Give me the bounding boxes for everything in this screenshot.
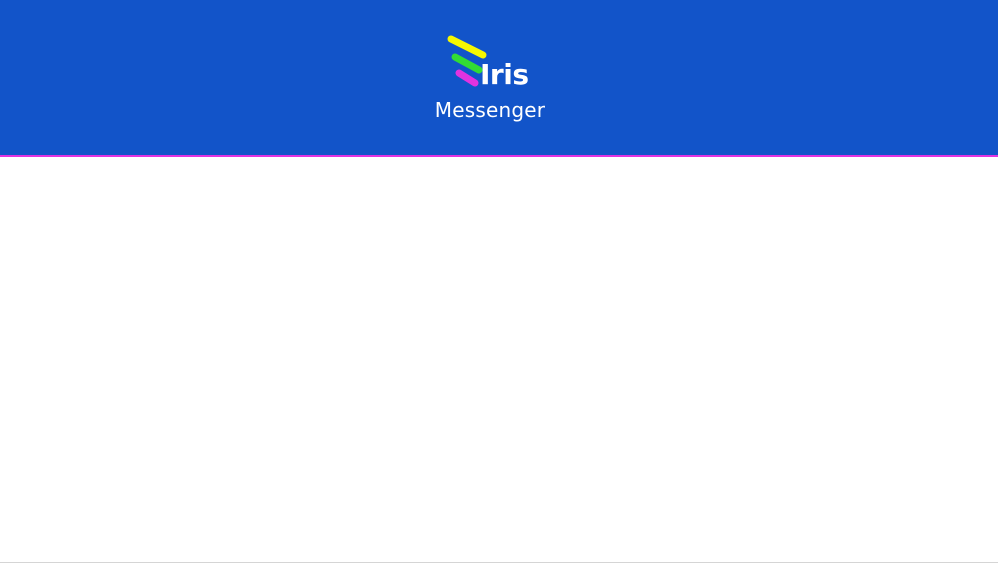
main-content-area bbox=[0, 157, 998, 562]
iris-messenger-logo: Iris Messenger bbox=[420, 28, 560, 128]
yellow-stripe bbox=[447, 35, 487, 59]
app-header: Iris Messenger bbox=[0, 0, 998, 155]
green-stripe bbox=[451, 53, 483, 74]
logo-subtitle: Messenger bbox=[434, 98, 546, 122]
magenta-stripe bbox=[455, 69, 479, 87]
app-window: Iris Messenger bbox=[0, 0, 998, 565]
logo-wordmark: Iris bbox=[480, 58, 529, 91]
bottom-border bbox=[0, 562, 998, 563]
